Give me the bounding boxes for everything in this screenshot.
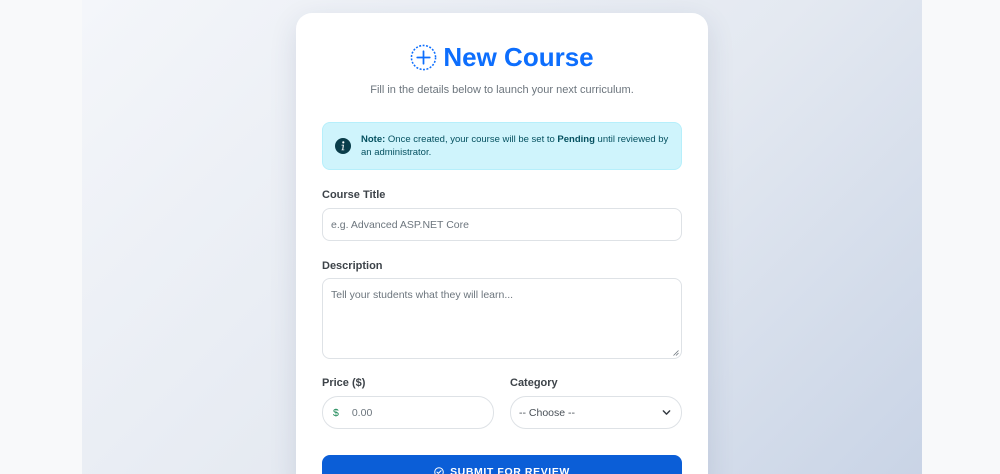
resize-grip-icon[interactable] bbox=[673, 350, 679, 356]
pending-note-alert: Note: Once created, your course will be … bbox=[322, 122, 682, 170]
course-title-input[interactable]: e.g. Advanced ASP.NET Core bbox=[322, 208, 682, 241]
category-select[interactable]: -- Choose -- bbox=[510, 396, 682, 429]
note-label: Note: bbox=[361, 134, 386, 145]
price-input[interactable]: $ 0.00 bbox=[322, 396, 494, 429]
category-field-group: Category -- Choose -- bbox=[510, 377, 682, 429]
course-title-label: Course Title bbox=[322, 189, 386, 201]
description-label: Description bbox=[322, 260, 383, 272]
info-circle-icon bbox=[335, 138, 351, 154]
chevron-down-icon bbox=[662, 410, 671, 415]
submit-button-label: SUBMIT FOR REVIEW bbox=[450, 466, 570, 474]
category-selected-value: -- Choose -- bbox=[519, 406, 576, 419]
note-text-before: Once created, your course will be set to bbox=[385, 134, 558, 145]
price-label: Price ($) bbox=[322, 377, 366, 389]
price-placeholder: 0.00 bbox=[351, 406, 373, 419]
course-title-placeholder: e.g. Advanced ASP.NET Core bbox=[331, 218, 469, 231]
price-field-group: Price ($) $ 0.00 bbox=[322, 377, 494, 429]
currency-symbol: $ bbox=[333, 406, 339, 419]
page-title-text: New Course bbox=[443, 42, 594, 72]
check-circle-icon bbox=[434, 467, 444, 474]
plus-circle-icon bbox=[411, 44, 437, 70]
note-status: Pending bbox=[557, 134, 595, 145]
new-course-card: New Course Fill in the details below to … bbox=[296, 13, 708, 474]
description-textarea[interactable]: Tell your students what they will learn.… bbox=[322, 278, 682, 359]
note-text: Note: Once created, your course will be … bbox=[361, 133, 669, 159]
page-subtitle: Fill in the details below to launch your… bbox=[370, 84, 634, 96]
description-placeholder: Tell your students what they will learn.… bbox=[331, 289, 514, 301]
submit-for-review-button[interactable]: SUBMIT FOR REVIEW bbox=[322, 455, 682, 474]
category-label: Category bbox=[510, 377, 558, 389]
page-title: New Course bbox=[322, 42, 682, 72]
